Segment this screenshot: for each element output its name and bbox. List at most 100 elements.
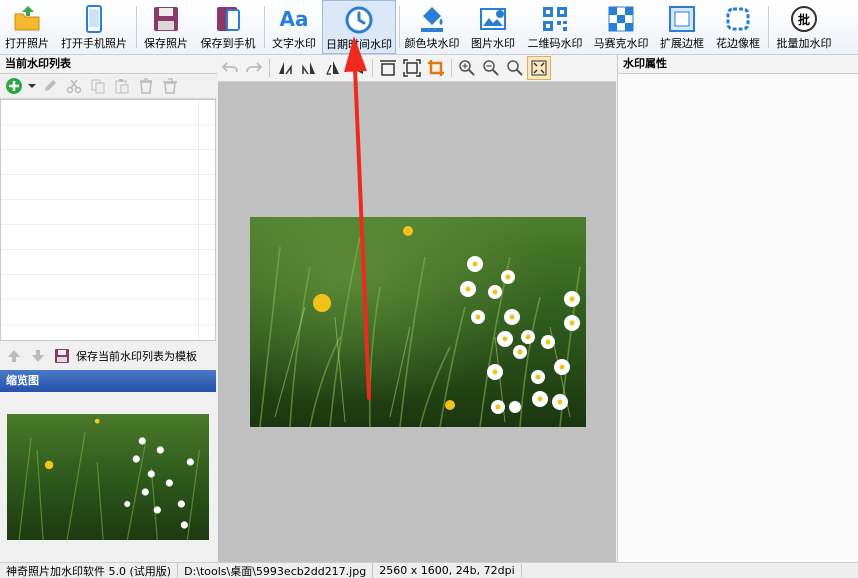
save-disk-icon: [150, 3, 182, 35]
qrcode-icon: [539, 3, 571, 35]
save-to-phone-button[interactable]: 保存到手机: [196, 0, 260, 54]
list-item: [1, 100, 215, 125]
cut-icon[interactable]: [64, 76, 84, 96]
text-watermark-label: 文字水印: [272, 37, 316, 50]
color-block-watermark-label: 颜色块水印: [405, 37, 460, 50]
phone-icon: [78, 3, 110, 35]
expand-border-button[interactable]: 扩展边框: [655, 0, 709, 54]
edit-toolbar-separator: [372, 59, 373, 77]
status-app-name: 神奇照片加水印软件 5.0 (试用版): [0, 563, 178, 578]
list-item: [1, 125, 215, 150]
text-watermark-button[interactable]: Aa 文字水印: [268, 0, 320, 54]
flip-vertical-icon[interactable]: [321, 56, 345, 80]
batch-icon: 批: [788, 3, 820, 35]
resize-icon[interactable]: [376, 56, 400, 80]
save-template-button[interactable]: 保存当前水印列表为模板: [76, 348, 197, 364]
thumbnail-title: 缩览图: [0, 370, 216, 392]
save-phone-icon: [212, 3, 244, 35]
rotate-right-icon[interactable]: [297, 56, 321, 80]
watermark-list-title: 当前水印列表: [0, 55, 217, 74]
image-canvas[interactable]: [218, 82, 616, 562]
open-phone-photo-label: 打开手机照片: [61, 37, 127, 50]
mosaic-icon: [605, 3, 637, 35]
expand-border-label: 扩展边框: [660, 37, 704, 50]
text-icon-glyph: Aa: [280, 7, 309, 31]
main-photo[interactable]: [250, 217, 586, 427]
clock-icon: [343, 4, 375, 36]
toolbar-separator: [399, 6, 400, 48]
border-frame-icon: [666, 3, 698, 35]
move-up-icon[interactable]: [4, 346, 24, 366]
status-image-info: 2560 x 1600, 24b, 72dpi: [373, 564, 521, 577]
status-file-path: D:\tools\桌面\5993ecb2dd217.jpg: [178, 563, 373, 578]
toolbar-separator: [136, 6, 137, 48]
copy-icon[interactable]: [88, 76, 108, 96]
list-item: [1, 225, 215, 250]
rotate-left-icon[interactable]: [273, 56, 297, 80]
mosaic-watermark-button[interactable]: 马赛克水印: [590, 0, 652, 54]
add-icon[interactable]: [4, 76, 24, 96]
paint-bucket-icon: [416, 3, 448, 35]
save-to-phone-label: 保存到手机: [201, 37, 256, 50]
save-template-icon[interactable]: [52, 346, 72, 366]
flip-horizontal-icon[interactable]: [345, 56, 369, 80]
open-folder-icon: [11, 3, 43, 35]
batch-icon-glyph: 批: [798, 11, 810, 28]
fancy-border-label: 花边像框: [716, 37, 760, 50]
thumbnail-image[interactable]: [7, 414, 209, 540]
qrcode-watermark-button[interactable]: 二维码水印: [524, 0, 586, 54]
image-watermark-label: 图片水印: [471, 37, 515, 50]
watermark-list[interactable]: [0, 99, 216, 341]
redo-icon[interactable]: [242, 56, 266, 80]
save-template-bar: 保存当前水印列表为模板: [0, 343, 221, 369]
edit-toolbar: [218, 55, 616, 82]
clear-all-icon[interactable]: [160, 76, 180, 96]
left-panel: 当前水印列表: [0, 55, 217, 562]
zoom-actual-icon[interactable]: [503, 56, 527, 80]
thumbnail-panel: [0, 392, 216, 562]
scalloped-frame-icon: [722, 3, 754, 35]
batch-watermark-label: 批量加水印: [777, 37, 832, 50]
save-photo-button[interactable]: 保存照片: [140, 0, 192, 54]
color-block-watermark-button[interactable]: 颜色块水印: [402, 0, 462, 54]
datetime-watermark-label: 日期时间水印: [326, 38, 392, 51]
edit-pencil-icon[interactable]: [40, 76, 60, 96]
datetime-watermark-button[interactable]: 日期时间水印: [322, 0, 396, 54]
paste-icon[interactable]: [112, 76, 132, 96]
undo-icon[interactable]: [218, 56, 242, 80]
fit-frame-icon[interactable]: [400, 56, 424, 80]
batch-watermark-button[interactable]: 批 批量加水印: [772, 0, 836, 54]
fancy-border-button[interactable]: 花边像框: [711, 0, 765, 54]
zoom-out-icon[interactable]: [479, 56, 503, 80]
watermark-properties-panel: 水印属性: [617, 55, 858, 562]
qrcode-watermark-label: 二维码水印: [528, 37, 583, 50]
main-toolbar: 打开照片 打开手机照片 保存照片 保存到手机 Aa 文字水印 日期时间水印: [0, 0, 858, 55]
watermark-list-toolbar: [0, 74, 217, 99]
open-photo-label: 打开照片: [5, 37, 49, 50]
watermark-properties-title: 水印属性: [618, 55, 858, 74]
crop-icon[interactable]: [424, 56, 448, 80]
save-photo-label: 保存照片: [144, 37, 188, 50]
delete-icon[interactable]: [136, 76, 156, 96]
open-photo-button[interactable]: 打开照片: [2, 0, 52, 54]
edit-toolbar-separator: [451, 59, 452, 77]
list-column-divider: [198, 100, 199, 340]
status-bar: 神奇照片加水印软件 5.0 (试用版) D:\tools\桌面\5993ecb2…: [0, 562, 858, 578]
list-item: [1, 150, 215, 175]
dropdown-arrow-icon[interactable]: [28, 76, 36, 96]
list-item: [1, 200, 215, 225]
edit-toolbar-separator: [269, 59, 270, 77]
move-down-icon[interactable]: [28, 346, 48, 366]
list-item: [1, 250, 215, 275]
image-stamp-icon: [477, 3, 509, 35]
list-item: [1, 300, 215, 325]
zoom-in-icon[interactable]: [455, 56, 479, 80]
toolbar-separator: [768, 6, 769, 48]
fit-window-icon[interactable]: [527, 56, 551, 80]
toolbar-separator: [264, 6, 265, 48]
list-item: [1, 175, 215, 200]
image-watermark-button[interactable]: 图片水印: [466, 0, 520, 54]
list-item: [1, 275, 215, 300]
text-aa-icon: Aa: [278, 3, 310, 35]
open-phone-photo-button[interactable]: 打开手机照片: [56, 0, 132, 54]
